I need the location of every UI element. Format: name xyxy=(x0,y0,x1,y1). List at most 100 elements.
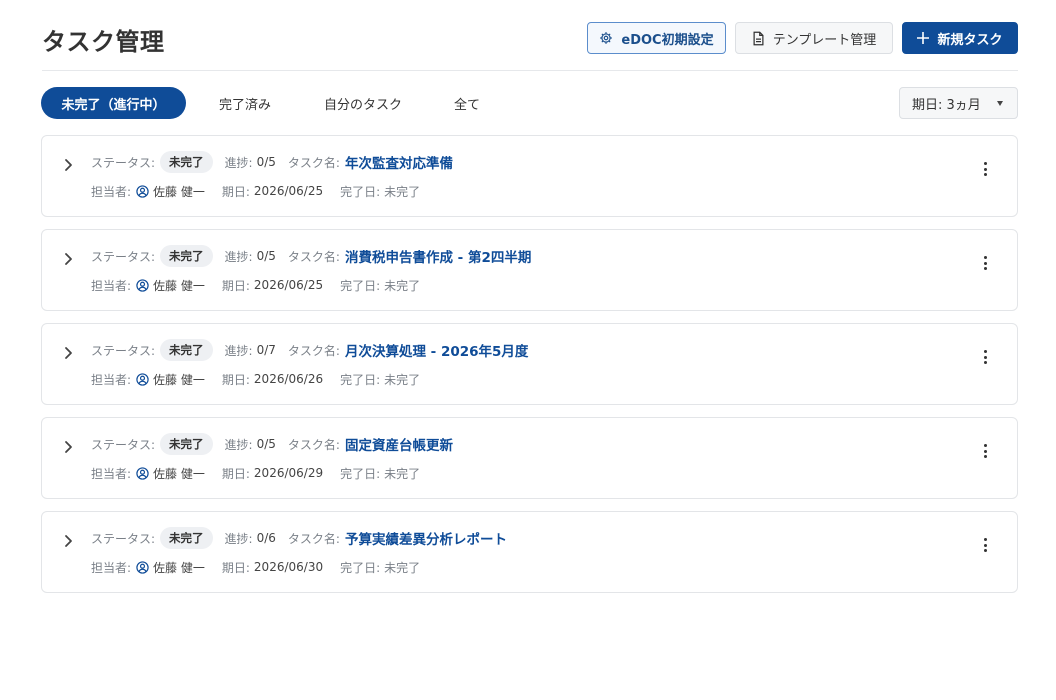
task-list: ステータス: 未完了 進捗: 0/5 タスク名: 年次監査対応準備 担当者: 佐… xyxy=(41,135,1018,605)
assignee-name: 佐藤 健一 xyxy=(153,372,205,387)
status-label: ステータス: xyxy=(91,531,156,546)
user-circle-icon xyxy=(136,278,149,292)
user-circle-icon xyxy=(136,560,149,574)
task-card: ステータス: 未完了 進捗: 0/5 タスク名: 消費税申告書作成 - 第2四半… xyxy=(41,229,1018,311)
status-label: ステータス: xyxy=(91,155,156,170)
assignee-name: 佐藤 健一 xyxy=(153,560,205,575)
due-date-value: 2026/06/30 xyxy=(253,560,324,574)
due-period-value: 期日: 3ヵ月 xyxy=(912,97,981,113)
assignee-name: 佐藤 健一 xyxy=(153,466,205,481)
task-name-label: タスク名: xyxy=(287,437,340,452)
completed-date-label: 完了日: xyxy=(340,466,381,481)
task-detail-row: 担当者: 佐藤 健一 期日: 2026/06/25 完了日: 未完了 xyxy=(91,182,420,200)
tab-my-tasks[interactable]: 自分のタスク xyxy=(303,87,423,119)
progress-value: 0/5 xyxy=(256,437,276,451)
status-label: ステータス: xyxy=(91,437,156,452)
more-options-icon[interactable] xyxy=(981,254,989,272)
task-filter-tabs: 未完了（進行中） 完了済み 自分のタスク 全て xyxy=(41,87,661,119)
edoc-settings-label: eDOC初期設定 xyxy=(621,32,714,48)
due-date-label: 期日: xyxy=(221,560,250,575)
progress-value: 0/5 xyxy=(256,249,276,263)
task-name-label: タスク名: xyxy=(287,531,340,546)
chevron-right-icon[interactable] xyxy=(62,344,76,362)
gear-icon xyxy=(600,32,613,44)
task-card: ステータス: 未完了 進捗: 0/5 タスク名: 年次監査対応準備 担当者: 佐… xyxy=(41,135,1018,217)
completed-date-value: 未完了 xyxy=(384,372,421,387)
progress-value: 0/7 xyxy=(256,343,276,357)
status-badge: 未完了 xyxy=(160,433,213,455)
task-detail-row: 担当者: 佐藤 健一 期日: 2026/06/30 完了日: 未完了 xyxy=(91,558,420,576)
more-options-icon[interactable] xyxy=(981,442,989,460)
task-detail-row: 担当者: 佐藤 健一 期日: 2026/06/29 完了日: 未完了 xyxy=(91,464,420,482)
page-title: タスク管理 xyxy=(42,28,165,56)
chevron-right-icon[interactable] xyxy=(62,250,76,268)
progress-label: 進捗: xyxy=(224,531,253,546)
tab-incomplete[interactable]: 未完了（進行中） xyxy=(41,87,186,119)
task-name-link[interactable]: 消費税申告書作成 - 第2四半期 xyxy=(345,246,531,266)
completed-date-label: 完了日: xyxy=(340,278,381,293)
new-task-label: 新規タスク xyxy=(937,32,1003,48)
completed-date-value: 未完了 xyxy=(384,466,421,481)
task-card: ステータス: 未完了 進捗: 0/7 タスク名: 月次決算処理 - 2026年5… xyxy=(41,323,1018,405)
progress-label: 進捗: xyxy=(224,155,253,170)
tab-all[interactable]: 全て xyxy=(437,87,497,119)
user-circle-icon xyxy=(136,184,149,198)
chevron-right-icon[interactable] xyxy=(62,156,76,174)
task-name-label: タスク名: xyxy=(287,343,340,358)
completed-date-value: 未完了 xyxy=(384,278,421,293)
edoc-settings-button[interactable]: eDOC初期設定 xyxy=(587,22,726,54)
completed-date-label: 完了日: xyxy=(340,560,381,575)
task-name-label: タスク名: xyxy=(287,155,340,170)
task-name-label: タスク名: xyxy=(287,249,340,264)
new-task-button[interactable]: 新規タスク xyxy=(902,22,1018,54)
caret-down-icon xyxy=(997,101,1003,106)
task-management-page: タスク管理 eDOC初期設定 テンプレート管理 新規タスク 未完了（進行中） 完… xyxy=(0,0,1056,700)
more-options-icon[interactable] xyxy=(981,348,989,366)
due-date-label: 期日: xyxy=(221,372,250,387)
plus-icon xyxy=(917,32,930,44)
due-period-select[interactable]: 期日: 3ヵ月 xyxy=(899,87,1018,119)
task-summary-row: ステータス: 未完了 進捗: 0/5 タスク名: 年次監査対応準備 xyxy=(91,151,453,173)
user-circle-icon xyxy=(136,466,149,480)
task-summary-row: ステータス: 未完了 進捗: 0/5 タスク名: 消費税申告書作成 - 第2四半… xyxy=(91,245,531,267)
status-badge: 未完了 xyxy=(160,245,213,267)
due-date-label: 期日: xyxy=(221,278,250,293)
progress-label: 進捗: xyxy=(224,343,253,358)
completed-date-label: 完了日: xyxy=(340,184,381,199)
more-options-icon[interactable] xyxy=(981,536,989,554)
due-date-value: 2026/06/25 xyxy=(253,184,324,198)
completed-date-value: 未完了 xyxy=(384,560,421,575)
progress-label: 進捗: xyxy=(224,249,253,264)
completed-date-label: 完了日: xyxy=(340,372,381,387)
assignee-name: 佐藤 健一 xyxy=(153,184,205,199)
task-summary-row: ステータス: 未完了 進捗: 0/6 タスク名: 予算実績差異分析レポート xyxy=(91,527,507,549)
progress-label: 進捗: xyxy=(224,437,253,452)
task-card: ステータス: 未完了 進捗: 0/6 タスク名: 予算実績差異分析レポート 担当… xyxy=(41,511,1018,593)
chevron-right-icon[interactable] xyxy=(62,438,76,456)
task-name-link[interactable]: 年次監査対応準備 xyxy=(345,152,453,172)
due-date-value: 2026/06/25 xyxy=(253,278,324,292)
due-date-label: 期日: xyxy=(221,184,250,199)
task-name-link[interactable]: 固定資産台帳更新 xyxy=(345,434,453,454)
task-detail-row: 担当者: 佐藤 健一 期日: 2026/06/26 完了日: 未完了 xyxy=(91,370,420,388)
task-name-link[interactable]: 月次決算処理 - 2026年5月度 xyxy=(345,340,528,360)
template-management-button[interactable]: テンプレート管理 xyxy=(735,22,893,54)
task-card: ステータス: 未完了 進捗: 0/5 タスク名: 固定資産台帳更新 担当者: 佐… xyxy=(41,417,1018,499)
task-name-link[interactable]: 予算実績差異分析レポート xyxy=(345,528,507,548)
more-options-icon[interactable] xyxy=(981,160,989,178)
user-circle-icon xyxy=(136,372,149,386)
tab-completed[interactable]: 完了済み xyxy=(201,87,289,119)
assignee-name: 佐藤 健一 xyxy=(153,278,205,293)
status-badge: 未完了 xyxy=(160,151,213,173)
assignee-label: 担当者: xyxy=(91,372,132,387)
chevron-right-icon[interactable] xyxy=(62,532,76,550)
assignee-label: 担当者: xyxy=(91,466,132,481)
task-detail-row: 担当者: 佐藤 健一 期日: 2026/06/25 完了日: 未完了 xyxy=(91,276,420,294)
progress-value: 0/6 xyxy=(256,531,276,545)
assignee-label: 担当者: xyxy=(91,278,132,293)
progress-value: 0/5 xyxy=(256,155,276,169)
status-label: ステータス: xyxy=(91,249,156,264)
due-date-value: 2026/06/29 xyxy=(253,466,324,480)
template-management-label: テンプレート管理 xyxy=(772,32,877,48)
status-badge: 未完了 xyxy=(160,527,213,549)
